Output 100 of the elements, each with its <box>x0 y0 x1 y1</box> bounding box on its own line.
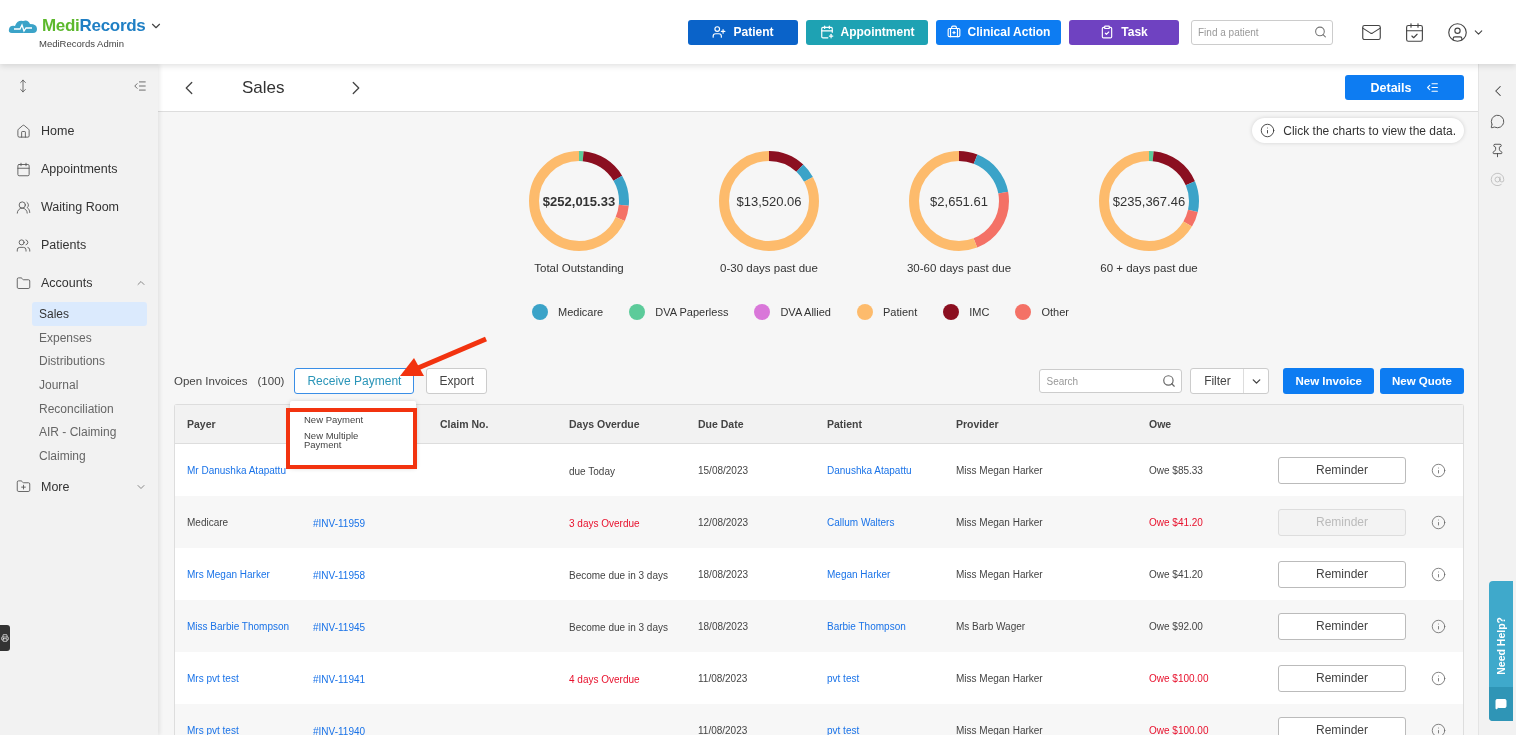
people-icon <box>16 237 31 253</box>
new-quote-button[interactable]: New Quote <box>1379 368 1464 394</box>
info-icon[interactable] <box>1431 670 1446 686</box>
patient-link[interactable]: Barbie Thompson <box>827 620 956 632</box>
invoice-link[interactable]: #INV-11940 <box>313 726 366 735</box>
reminder-button[interactable]: Reminder <box>1278 716 1406 735</box>
owe-cell-text: Owe $41.20 <box>1149 516 1204 528</box>
patient-link[interactable]: pvt test <box>827 724 956 735</box>
info-icon[interactable] <box>1431 566 1446 582</box>
payer-link[interactable]: Mrs pvt test <box>187 672 313 684</box>
search-icon <box>1162 374 1177 388</box>
info-icon[interactable] <box>1431 722 1446 735</box>
brand-name: MediRecords <box>42 15 146 36</box>
chat-icon[interactable] <box>1490 114 1505 129</box>
action-button[interactable]: Patient <box>688 19 798 45</box>
invoice-link[interactable]: #INV-11959 <box>313 518 366 529</box>
medical-kit-icon <box>946 25 961 39</box>
search-field[interactable]: Search <box>1039 369 1183 393</box>
owe-cell-text: Owe $41.20 <box>1149 568 1204 580</box>
printer-icon <box>1 634 9 642</box>
patient-link[interactable]: pvt test <box>827 672 956 684</box>
reminder-button[interactable]: Reminder <box>1278 612 1406 640</box>
menu-item[interactable]: New Multiple Payment <box>304 430 394 450</box>
owe-cell-text: Owe $92.00 <box>1149 620 1204 632</box>
payer-cell-text: Medicare <box>187 516 230 528</box>
payer-link[interactable]: Mrs Megan Harker <box>187 568 313 580</box>
patient-link[interactable]: Megan Harker <box>827 568 956 580</box>
info-icon[interactable] <box>1431 618 1446 634</box>
provider-cell-text: Miss Megan Harker <box>956 464 1044 476</box>
menu-item[interactable]: New Payment <box>304 415 394 425</box>
nav-item[interactable]: Appointments <box>14 150 147 188</box>
nav-item[interactable]: More <box>14 467 147 506</box>
action-button[interactable]: Task <box>1069 19 1179 45</box>
patient-search-field[interactable]: Find a patient <box>1191 19 1333 45</box>
patient-link[interactable]: Callum Walters <box>827 516 956 528</box>
due-date-cell-text: 11/08/2023 <box>698 672 749 684</box>
days-overdue-cell: due Today <box>569 466 615 477</box>
reminder-button[interactable]: Reminder <box>1278 560 1406 588</box>
payer-link[interactable]: Mr Danushka Atapattu <box>187 464 313 476</box>
reminder-button[interactable]: Reminder <box>1278 664 1406 692</box>
pin-icon[interactable] <box>1490 143 1505 158</box>
provider-cell-text: Miss Megan Harker <box>956 516 1044 528</box>
reminder-button[interactable]: Reminder <box>1278 456 1406 484</box>
payer-link[interactable]: Miss Barbie Thompson <box>187 620 313 632</box>
clipboard-check-icon <box>1100 25 1115 39</box>
invoice-count: (100) <box>257 375 285 387</box>
people-icon <box>16 199 31 215</box>
nav-item[interactable]: Accounts <box>14 264 147 302</box>
details-button[interactable]: Details <box>1345 75 1464 100</box>
nav-item[interactable]: Patients <box>14 226 147 264</box>
column-header: Owe <box>1149 418 1173 430</box>
invoice-link[interactable]: #INV-11941 <box>313 674 366 685</box>
info-icon[interactable] <box>1431 462 1446 478</box>
donut-chart-drawing[interactable] <box>1097 149 1201 253</box>
payer-link[interactable]: Mrs pvt test <box>187 724 313 735</box>
calendar-icon <box>16 161 31 177</box>
invoice-link[interactable]: #INV-11945 <box>313 622 366 633</box>
nav-subitem[interactable]: Sales <box>32 302 147 326</box>
nav-subitem[interactable]: Claiming <box>32 444 147 468</box>
invoice-link[interactable]: #INV-11958 <box>313 570 366 581</box>
cloud-logo-icon <box>8 17 38 34</box>
column-header: Due Date <box>698 418 745 430</box>
action-button[interactable]: Clinical Action <box>936 19 1061 45</box>
section-title: Open Invoices <box>174 375 248 387</box>
nav-subitem[interactable]: Journal <box>32 373 147 397</box>
page-title: Sales <box>242 77 285 98</box>
home-icon <box>16 123 31 139</box>
info-icon[interactable] <box>1431 514 1446 530</box>
legend-label: DVA Allied <box>780 306 831 318</box>
new-invoice-button[interactable]: New Invoice <box>1283 368 1374 394</box>
side-tab[interactable] <box>0 625 10 651</box>
owe-cell-text: Owe $85.33 <box>1149 464 1204 476</box>
patient-link[interactable]: Danushka Atapattu <box>827 464 956 476</box>
nav-subitem[interactable]: AIR - Claiming <box>32 420 147 445</box>
legend-label: Other <box>1041 306 1069 318</box>
need-help-tab[interactable]: Need Help? <box>1489 581 1513 721</box>
legend-label: Medicare <box>558 306 604 318</box>
donut-chart-drawing[interactable] <box>527 149 631 253</box>
due-date-cell-text: 15/08/2023 <box>698 464 750 476</box>
user-avatar-icon[interactable] <box>1447 21 1485 43</box>
column-header: Claim No. <box>440 418 490 430</box>
nav-item[interactable]: Home <box>14 112 147 150</box>
calendar-check-icon[interactable] <box>1404 21 1425 43</box>
nav-item[interactable]: Waiting Room <box>14 188 147 226</box>
donut-label: 60 + days past due <box>1100 262 1198 274</box>
legend-label: Patient <box>883 306 918 318</box>
folder-plus-icon <box>16 479 31 495</box>
days-overdue-cell: 3 days Overdue <box>569 518 640 529</box>
receive-payment-button[interactable]: Receive Payment <box>294 368 415 394</box>
owe-cell-text: Owe $100.00 <box>1149 672 1210 684</box>
action-button[interactable]: Appointment <box>806 19 928 45</box>
nav-subitem[interactable]: Distributions <box>32 349 147 374</box>
nav-subitem[interactable]: Expenses <box>32 325 147 350</box>
due-date-cell-text: 12/08/2023 <box>698 516 750 528</box>
nav-subitem[interactable]: Reconciliation <box>32 396 147 421</box>
donut-chart-drawing[interactable] <box>717 149 821 253</box>
donut-amount: $252,015.33 <box>542 193 616 209</box>
export-button[interactable]: Export <box>426 368 488 394</box>
donut-chart-drawing[interactable] <box>907 149 1011 253</box>
calendar-plus-icon <box>819 25 834 39</box>
